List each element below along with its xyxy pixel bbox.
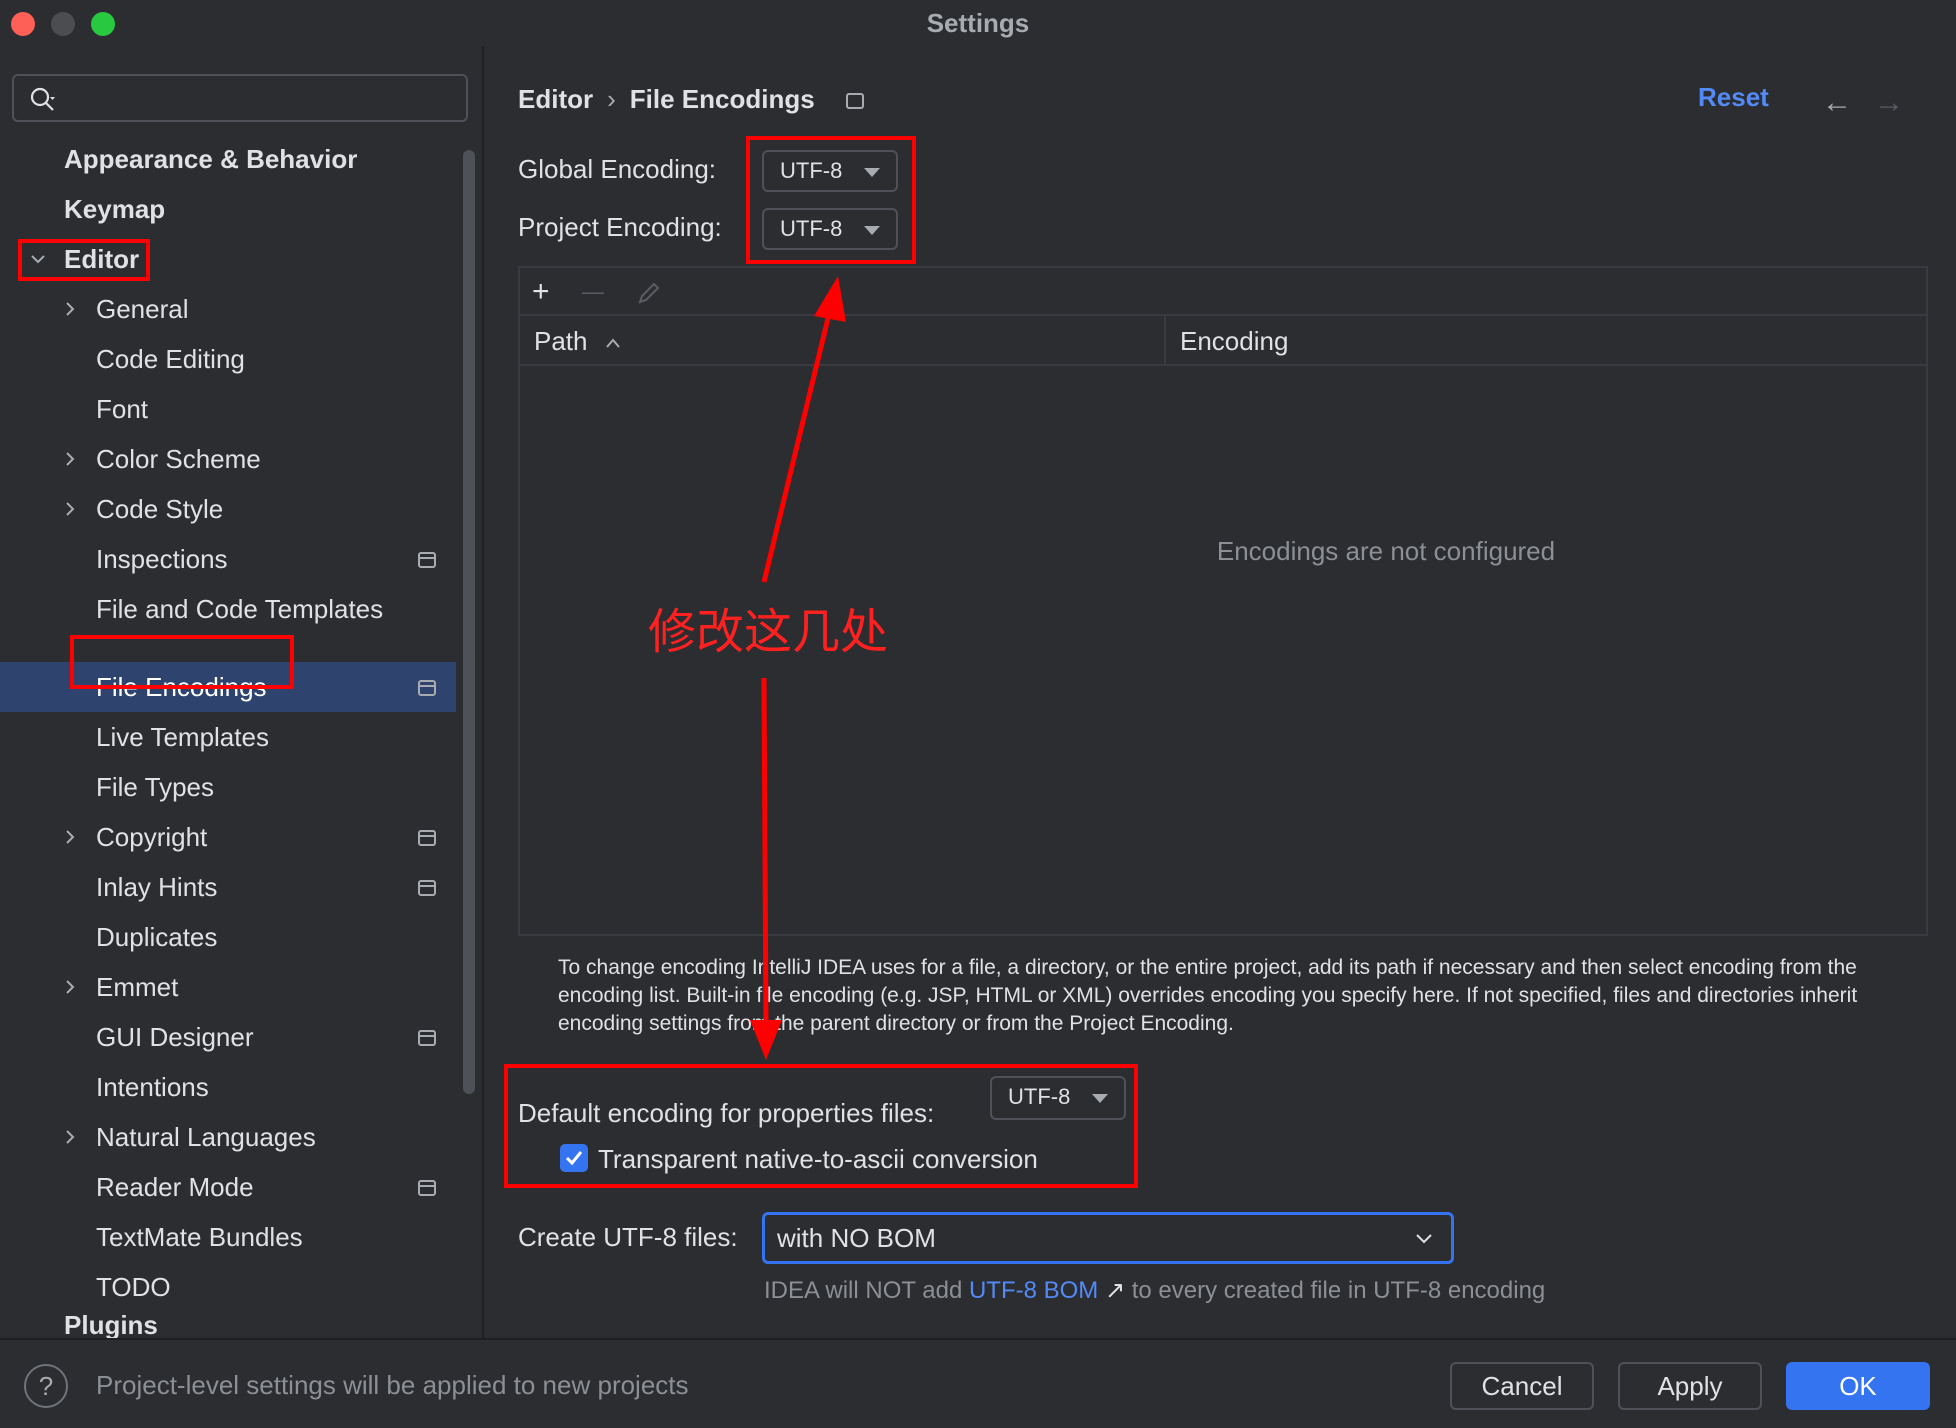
annotation-text: 修改这几处 [648, 604, 889, 660]
arrow-down-head-icon [750, 1020, 782, 1060]
arrow-up-head-icon [814, 276, 846, 322]
annotation-arrows [750, 276, 846, 1060]
